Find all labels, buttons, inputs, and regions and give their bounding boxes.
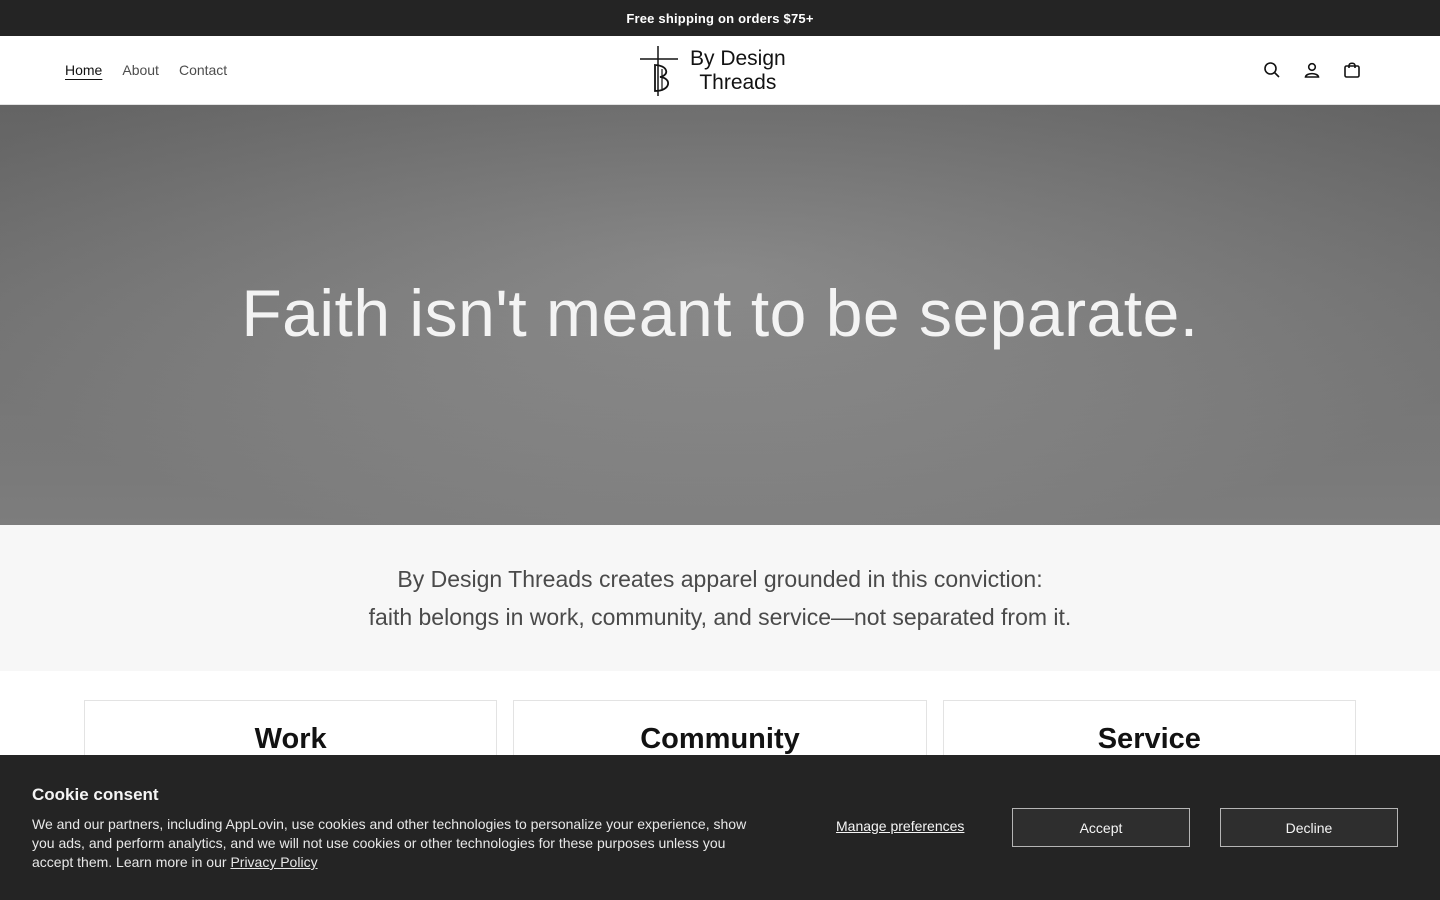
search-icon — [1263, 62, 1280, 78]
site-logo[interactable]: By Design Threads — [638, 44, 800, 98]
cross-logo-icon — [640, 46, 678, 96]
privacy-policy-link[interactable]: Privacy Policy — [230, 854, 317, 870]
cookie-title: Cookie consent — [32, 785, 159, 804]
nav-link-home[interactable]: Home — [65, 62, 102, 78]
mission-line-2: faith belongs in work, community, and se… — [368, 604, 1072, 630]
manage-preferences-link[interactable]: Manage preferences — [836, 818, 964, 834]
logo-line-1: By Design — [690, 47, 786, 70]
accept-button[interactable]: Accept — [1012, 808, 1190, 847]
announcement-bar: Free shipping on orders $75+ — [0, 0, 1440, 36]
header-icons — [1261, 36, 1362, 104]
cookie-consent-banner: Cookie consent We and our partners, incl… — [0, 755, 1440, 900]
logo-text: By Design Threads — [690, 47, 786, 95]
hero-heading: Faith isn't meant to be separate. — [241, 275, 1199, 350]
cookie-text: We and our partners, including AppLovin,… — [32, 815, 762, 872]
search-button[interactable] — [1261, 60, 1282, 81]
logo-line-2: Threads — [699, 71, 777, 94]
nav-link-contact[interactable]: Contact — [179, 62, 227, 78]
cart-button[interactable] — [1341, 60, 1362, 81]
cart-icon — [1343, 62, 1360, 78]
site-header: Home About Contact By Design Threads — [0, 36, 1440, 105]
announcement-text: Free shipping on orders $75+ — [626, 10, 814, 26]
hero-banner: Faith isn't meant to be separate. — [0, 105, 1440, 525]
account-icon — [1304, 62, 1319, 78]
mission-line-1: By Design Threads creates apparel ground… — [397, 566, 1043, 592]
nav-link-about[interactable]: About — [122, 62, 159, 78]
decline-button[interactable]: Decline — [1220, 808, 1398, 847]
mission-statement: By Design Threads creates apparel ground… — [0, 525, 1440, 671]
account-button[interactable] — [1301, 60, 1322, 81]
cookie-body: We and our partners, including AppLovin,… — [32, 816, 747, 870]
main-nav: Home About Contact — [65, 62, 227, 78]
